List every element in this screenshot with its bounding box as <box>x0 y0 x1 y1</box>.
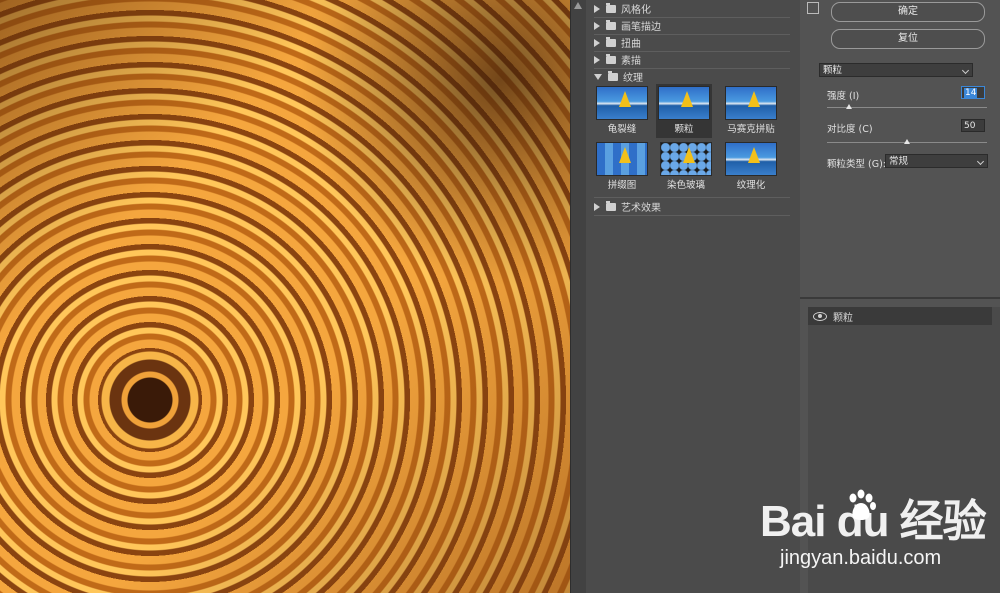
baidu-watermark: Bai du 经验 jingyan.baidu.com <box>760 485 1000 593</box>
thumb-texturizer[interactable]: 纹理化 <box>723 142 779 191</box>
watermark-logo: Bai du 经验 <box>760 497 987 546</box>
layer-name: 颗粒 <box>833 312 853 324</box>
intensity-input[interactable]: 14 <box>961 86 985 99</box>
contrast-input[interactable]: 50 <box>961 119 985 132</box>
category-label: 扭曲 <box>621 39 641 50</box>
intensity-value: 14 <box>964 88 978 98</box>
ok-button[interactable]: 确定 <box>831 2 985 22</box>
slider-knob[interactable] <box>904 139 910 144</box>
filter-select[interactable]: 颗粒 <box>819 63 973 77</box>
expand-triangle-icon <box>594 202 600 211</box>
category-sketch[interactable]: 素描 <box>594 51 790 69</box>
scroll-up-icon[interactable] <box>574 2 582 9</box>
expand-triangle-icon <box>594 21 600 30</box>
thumb-craquelure[interactable]: 龟裂缝 <box>594 86 650 135</box>
thumb-image <box>725 142 777 176</box>
folder-icon <box>606 53 616 64</box>
thumb-image <box>596 142 648 176</box>
thumb-image <box>658 86 710 120</box>
thumb-label: 拼缀图 <box>607 180 637 191</box>
eye-icon[interactable] <box>813 311 827 321</box>
category-label: 纹理 <box>623 73 643 84</box>
collapse-gallery-icon[interactable] <box>807 2 819 14</box>
thumb-patchwork[interactable]: 拼缀图 <box>594 142 650 191</box>
thumb-label: 颗粒 <box>674 124 694 135</box>
thumb-image <box>725 86 777 120</box>
grain-type-value: 常规 <box>889 156 909 167</box>
intensity-slider[interactable] <box>827 104 987 109</box>
folder-icon <box>606 2 616 13</box>
grain-type-select[interactable]: 常规 <box>885 154 988 168</box>
category-brush-strokes[interactable]: 画笔描边 <box>594 17 790 35</box>
chevron-down-icon <box>961 66 970 75</box>
watermark-url: jingyan.baidu.com <box>780 547 942 569</box>
collapse-triangle-icon <box>594 73 602 80</box>
thumb-mosaic-tiles[interactable]: 马赛克拼贴 <box>723 86 779 135</box>
thumb-label: 染色玻璃 <box>666 180 705 191</box>
category-stylize[interactable]: 风格化 <box>594 0 790 18</box>
intensity-label: 强度 (I) <box>827 91 860 102</box>
category-label: 画笔描边 <box>621 22 661 33</box>
effect-layer-row[interactable]: 颗粒 <box>808 307 992 325</box>
expand-triangle-icon <box>594 4 600 13</box>
category-artistic[interactable]: 艺术效果 <box>594 197 790 216</box>
reset-button[interactable]: 复位 <box>831 29 985 49</box>
image-preview[interactable] <box>0 0 570 593</box>
thumb-image <box>596 86 648 120</box>
contrast-label: 对比度 (C) <box>827 124 873 135</box>
panel-divider <box>800 297 1000 299</box>
contrast-slider[interactable] <box>827 139 987 144</box>
thumb-grain[interactable]: 颗粒 <box>656 84 712 138</box>
folder-open-icon <box>608 70 618 81</box>
filter-select-value: 颗粒 <box>823 65 843 76</box>
grain-type-label: 颗粒类型 (G): <box>827 159 886 170</box>
slider-knob[interactable] <box>846 104 853 109</box>
expand-triangle-icon <box>594 38 600 47</box>
thumb-label: 纹理化 <box>736 180 766 191</box>
category-distort[interactable]: 扭曲 <box>594 34 790 52</box>
folder-icon <box>606 36 616 47</box>
thumb-label: 龟裂缝 <box>607 124 637 135</box>
thumb-image <box>660 142 712 176</box>
thumb-label: 马赛克拼贴 <box>727 124 775 135</box>
thumb-stained-glass[interactable]: 染色玻璃 <box>658 142 714 191</box>
expand-triangle-icon <box>594 55 600 64</box>
category-label: 风格化 <box>621 5 651 16</box>
chevron-down-icon <box>976 157 985 166</box>
folder-icon <box>606 19 616 30</box>
category-label: 素描 <box>621 56 641 67</box>
category-label: 艺术效果 <box>621 203 661 214</box>
category-texture[interactable]: 纹理 <box>594 68 790 85</box>
gallery-scrollbar[interactable] <box>570 0 586 593</box>
folder-icon <box>606 200 616 211</box>
